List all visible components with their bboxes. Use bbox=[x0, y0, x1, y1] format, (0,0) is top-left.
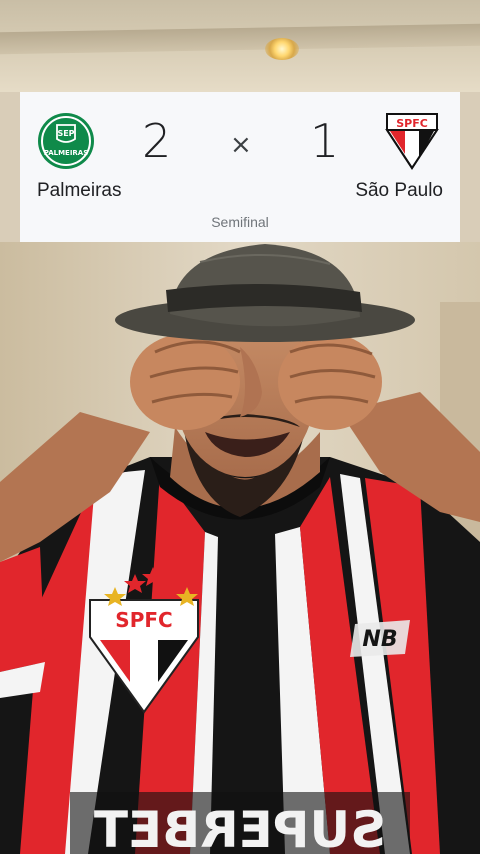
score-separator: × bbox=[230, 130, 252, 160]
ceiling-light bbox=[265, 38, 299, 60]
home-score: 2 bbox=[142, 114, 172, 168]
palmeiras-crest-icon: SEP PALMEIRAS bbox=[37, 112, 95, 170]
scoreboard-card[interactable]: SEP PALMEIRAS SPFC 2 × 1 Palmeiras São P… bbox=[20, 92, 460, 242]
right-fist bbox=[278, 334, 382, 430]
background-ceiling bbox=[0, 0, 480, 92]
home-team-name: Palmeiras bbox=[37, 180, 122, 201]
spfc-crest-text: SPFC bbox=[396, 117, 428, 130]
shirt-crest-text: SPFC bbox=[115, 608, 172, 632]
svg-text:SEP: SEP bbox=[57, 129, 74, 138]
palmeiras-crest-text: PALMEIRAS bbox=[44, 149, 89, 157]
ceiling-edge bbox=[0, 23, 480, 55]
left-fist bbox=[130, 334, 241, 430]
spfc-crest-icon: SPFC bbox=[383, 112, 441, 170]
shirt-brand-icon: NB bbox=[350, 620, 410, 657]
away-score: 1 bbox=[310, 114, 340, 168]
fan-photo: SPFC NB SUPERBET bbox=[0, 242, 480, 854]
match-stage-label: Semifinal bbox=[211, 214, 269, 230]
away-team-name: São Paulo bbox=[355, 180, 443, 201]
svg-text:NB: NB bbox=[362, 627, 397, 652]
shirt-sponsor-text: SUPERBET bbox=[94, 801, 386, 854]
shirt-sponsor: SUPERBET bbox=[70, 792, 410, 854]
